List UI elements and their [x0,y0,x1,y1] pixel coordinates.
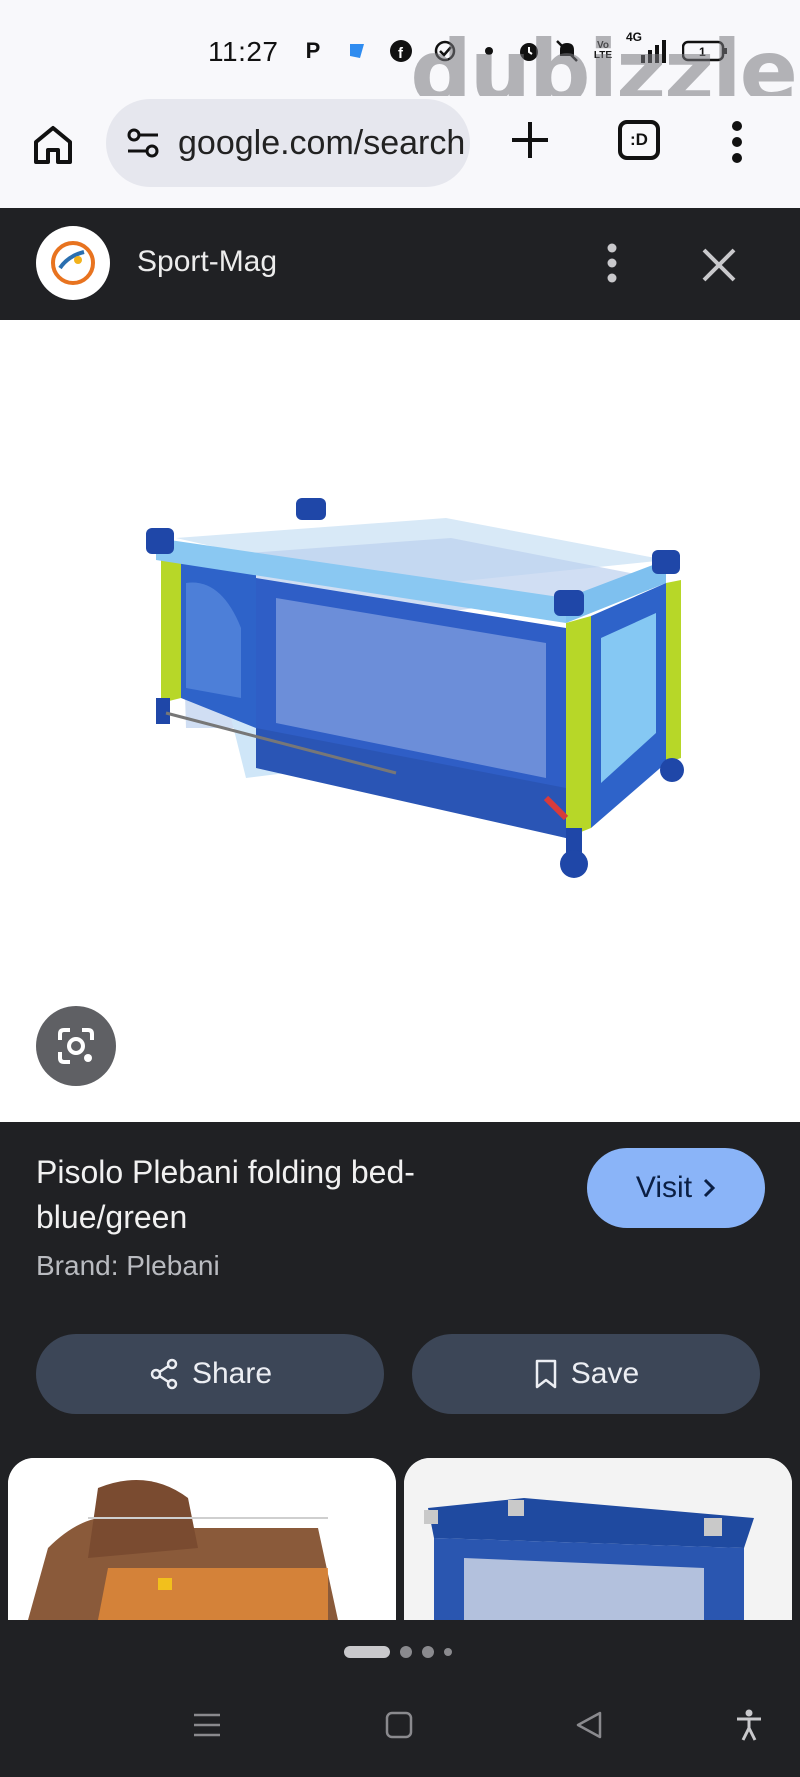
site-favicon [36,226,110,300]
save-button[interactable]: Save [412,1334,760,1414]
page-indicator [344,1646,452,1658]
visit-button[interactable]: Visit [587,1148,765,1228]
more-options-icon[interactable] [605,242,619,284]
page-indicator-active [344,1646,390,1658]
google-lens-button[interactable] [36,1006,116,1086]
lens-icon [58,1028,94,1064]
blue-app-icon [344,38,370,64]
page-indicator-dot [400,1646,412,1658]
status-time: 11:27 [208,36,279,67]
close-icon[interactable] [700,246,738,284]
sport-mag-logo-icon [51,241,95,285]
system-navigation-bar [0,1620,800,1777]
tab-switcher-button[interactable]: :D [618,120,660,160]
bookmark-icon [535,1359,557,1389]
share-icon [150,1358,178,1390]
chevron-right-icon [704,1178,716,1198]
result-sheet-header: Sport-Mag [0,208,800,320]
product-image-area[interactable] [0,320,800,1122]
url-bar[interactable]: google.com/search [106,99,470,187]
product-title: Pisolo Plebani folding bed-blue/green [36,1154,415,1235]
site-settings-icon[interactable] [124,123,164,163]
share-button[interactable]: Share [36,1334,384,1414]
page-indicator-dot [444,1648,452,1656]
product-info-panel: Pisolo Plebani folding bed-blue/green Br… [0,1122,800,1620]
new-tab-icon[interactable] [508,118,552,162]
blue-cot-image [404,1458,792,1620]
related-image-thumbnail[interactable] [404,1458,792,1620]
save-button-label: Save [570,1357,640,1390]
share-button-label: Share [191,1357,273,1390]
page-indicator-dot [422,1646,434,1658]
site-name[interactable]: Sport-Mag [137,245,277,279]
visit-button-label: Visit [635,1171,693,1204]
home-icon[interactable] [30,122,76,168]
travel-cot-image [146,498,684,878]
recent-apps-icon[interactable] [190,1708,224,1742]
browser-toolbar: google.com/search :D [0,96,800,208]
home-nav-icon[interactable] [382,1708,416,1742]
back-icon[interactable] [572,1708,606,1742]
accessibility-icon[interactable] [732,1708,766,1742]
product-brand: Brand: Plebani [36,1250,220,1281]
p-icon: P [305,38,321,63]
status-bar: 11:27 P f Vo LTE 4G 1 dubizzle [0,0,800,122]
related-image-thumbnail[interactable] [8,1458,396,1620]
browser-menu-icon[interactable] [730,120,744,164]
url-text: google.com/search [178,123,466,162]
brown-cot-image [8,1458,396,1620]
